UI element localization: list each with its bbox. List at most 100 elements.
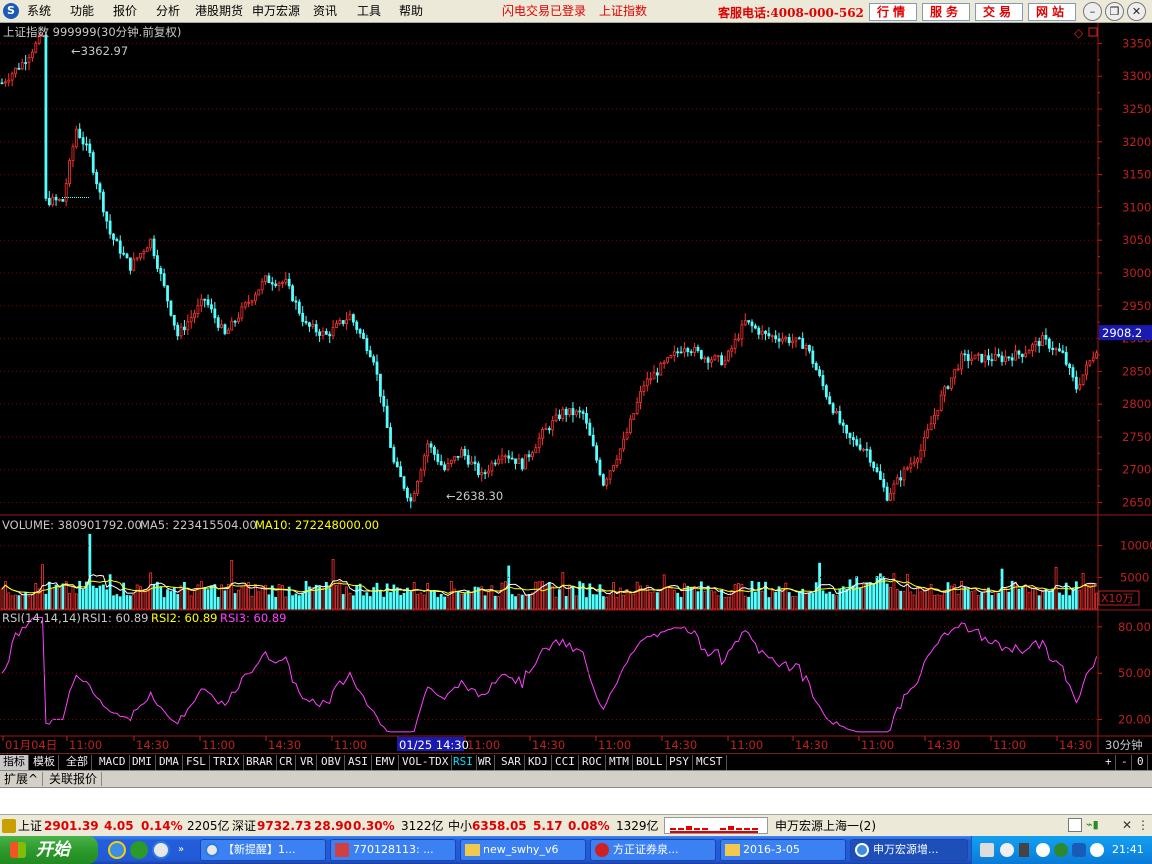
volume-bar	[706, 585, 710, 610]
sz-value[interactable]: 9732.73	[257, 816, 312, 836]
flash-login-notice[interactable]: 闪电交易已登录	[502, 3, 586, 19]
menu-help[interactable]: 帮助	[399, 3, 423, 19]
tab-psy[interactable]: PSY	[666, 755, 693, 770]
candle-body	[308, 322, 311, 327]
tab-vr[interactable]: VR	[297, 755, 318, 770]
collapse-tray-icon[interactable]	[1036, 843, 1050, 857]
tab-cr[interactable]: CR	[276, 755, 297, 770]
tab-asi[interactable]: ASI	[345, 755, 372, 770]
website-button[interactable]: 网站	[1028, 3, 1076, 21]
tab-fsl[interactable]: FSL	[183, 755, 210, 770]
zoom-in-button[interactable]: +	[1102, 755, 1116, 770]
trade-button[interactable]: 交易	[975, 3, 1023, 21]
candle-body	[166, 285, 169, 302]
close-panel-icon[interactable]: ✕	[1122, 815, 1132, 835]
tab-expand[interactable]: 扩展^	[0, 772, 44, 786]
index-name-notice[interactable]: 上证指数	[599, 3, 647, 19]
task-item[interactable]: 方正证券泉...	[590, 839, 716, 861]
help-icon[interactable]	[1000, 843, 1014, 857]
browser-icon[interactable]	[130, 841, 148, 859]
quote-button[interactable]: 行情	[869, 3, 917, 21]
task-item[interactable]: 2016-3-05	[720, 839, 846, 861]
volume-bar	[922, 588, 926, 610]
sh-value[interactable]: 2901.39	[44, 816, 99, 836]
more-icon[interactable]: ⋮	[1137, 815, 1149, 835]
tab-emv[interactable]: EMV	[372, 755, 399, 770]
tab-wr[interactable]: WR	[475, 755, 496, 770]
candle-body	[753, 325, 757, 329]
menu-function[interactable]: 功能	[70, 3, 94, 19]
volume-bar	[689, 586, 693, 610]
menu-quote[interactable]: 报价	[113, 3, 137, 19]
globe-icon[interactable]	[152, 841, 170, 859]
tab-roc[interactable]: ROC	[579, 755, 606, 770]
candle-body	[274, 283, 278, 286]
start-button[interactable]: 开始	[0, 836, 98, 864]
tab--[interactable]: 全部	[63, 755, 92, 770]
volume-bar	[78, 580, 82, 610]
tab-dmi[interactable]: DMI	[129, 755, 156, 770]
minimize-icon[interactable]: –	[1083, 2, 1102, 21]
menu-tools[interactable]: 工具	[357, 3, 381, 19]
tab-sar[interactable]: SAR	[498, 755, 525, 770]
tab-dma[interactable]: DMA	[156, 755, 183, 770]
candle-body	[115, 238, 119, 242]
candle-body	[503, 455, 507, 458]
candle-body	[264, 275, 267, 283]
menu-system[interactable]: 系统	[27, 3, 51, 19]
menu-swhy[interactable]: 申万宏源	[252, 3, 300, 19]
tab-cci[interactable]: CCI	[552, 755, 579, 770]
tab-brar[interactable]: BRAR	[243, 755, 277, 770]
task-item[interactable]: 【新提醒】1...	[200, 839, 326, 861]
ie-icon[interactable]	[108, 841, 126, 859]
tab-kdj[interactable]: KDJ	[525, 755, 552, 770]
zx-value[interactable]: 6358.05	[472, 816, 527, 836]
candle-body	[1068, 363, 1071, 369]
zoom-out-button[interactable]: -	[1118, 755, 1132, 770]
quicklaunch-more-icon[interactable]: »	[178, 844, 184, 855]
menu-hk-futures[interactable]: 港股期货	[195, 3, 243, 19]
task-item[interactable]: 770128113: ...	[330, 839, 456, 861]
reset-button[interactable]: 0	[1134, 755, 1148, 770]
task-item[interactable]: new_swhy_v6	[460, 839, 586, 861]
window-icon[interactable]	[1068, 818, 1082, 832]
task-item-active[interactable]: 申万宏源增...	[850, 839, 968, 861]
network-tray-icon[interactable]	[1054, 843, 1068, 857]
tab-related-quotes[interactable]: 关联报价	[45, 772, 103, 786]
tab-vol-tdx[interactable]: VOL-TDX	[399, 755, 453, 770]
candle-body	[470, 461, 474, 465]
keyboard-icon[interactable]	[980, 843, 994, 857]
tab-trix[interactable]: TRIX	[210, 755, 244, 770]
tab-rsi[interactable]: RSI	[450, 755, 477, 770]
menu-analysis[interactable]: 分析	[156, 3, 180, 19]
network-icon[interactable]: ⌁▮	[1086, 818, 1116, 832]
alert-icon[interactable]	[2, 819, 16, 833]
restore-icon[interactable]: ❐	[1105, 2, 1124, 21]
app-logo-icon[interactable]: S	[3, 3, 19, 19]
tab-mtm[interactable]: MTM	[606, 755, 633, 770]
tick-monitor[interactable]	[664, 817, 768, 834]
candle-body	[517, 458, 521, 464]
candle-body	[801, 338, 805, 349]
shield-icon[interactable]	[1072, 843, 1086, 857]
chart-area[interactable]: 3350330032503200315031003050300029502900…	[0, 23, 1152, 753]
tab-mcst[interactable]: MCST	[693, 755, 727, 770]
volume-icon[interactable]	[1090, 843, 1104, 857]
volume-bar	[250, 595, 254, 610]
candle-body	[882, 478, 886, 488]
tab-obv[interactable]: OBV	[318, 755, 345, 770]
mobile-icon[interactable]	[1019, 843, 1029, 857]
candle-body	[628, 418, 632, 433]
service-button[interactable]: 服务	[922, 3, 970, 21]
candle-body	[1051, 347, 1055, 351]
close-icon[interactable]: ✕	[1127, 2, 1146, 21]
tab-boll[interactable]: BOLL	[633, 755, 667, 770]
server-name[interactable]: 申万宏源上海一(2)	[775, 816, 876, 836]
tab--[interactable]: 模板	[30, 755, 59, 770]
menu-news[interactable]: 资讯	[313, 3, 337, 19]
tab-macd[interactable]: MACD	[96, 755, 130, 770]
kline-chart[interactable]: 3350330032503200315031003050300029502900…	[0, 23, 1152, 753]
volume-bar	[297, 595, 301, 610]
sh-label: 上证	[18, 819, 43, 833]
tab-category[interactable]: 指标	[0, 755, 29, 770]
